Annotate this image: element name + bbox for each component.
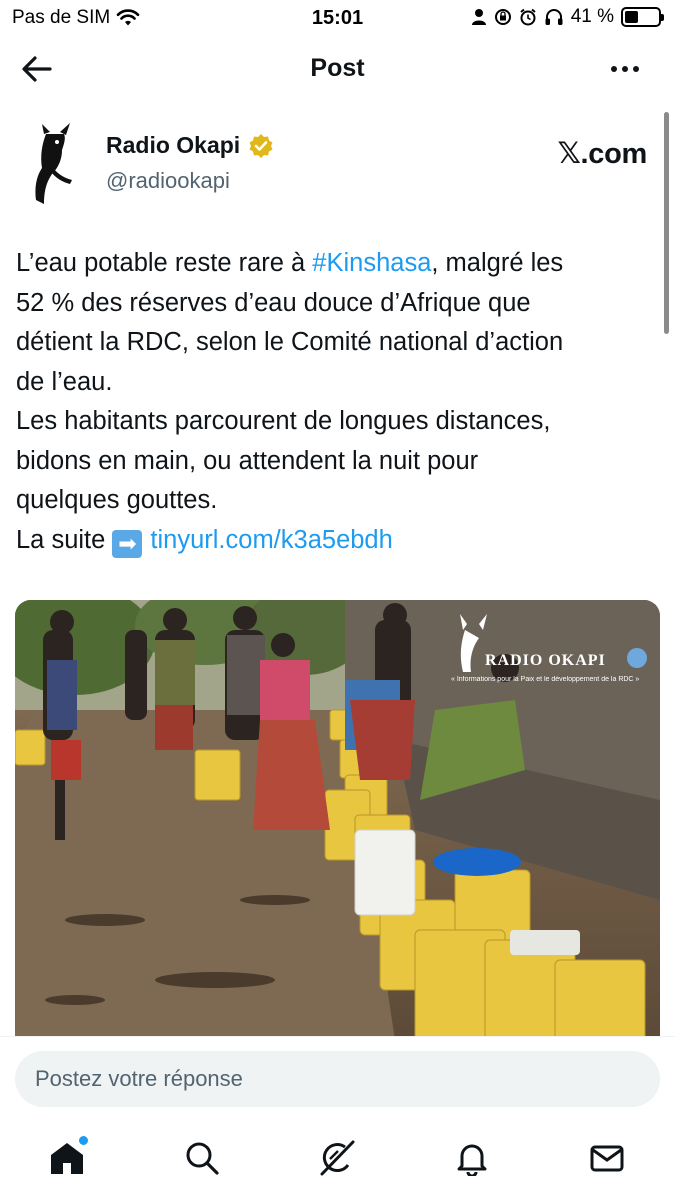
avatar[interactable]: [20, 122, 90, 206]
watermark-subtitle: « Informations pour la Paix et le dévelo…: [451, 676, 640, 683]
right-arrow-emoji-icon: ➡: [112, 529, 143, 558]
author-name-row: Radio Okapi: [106, 132, 274, 159]
post-header: Post: [0, 44, 675, 94]
nav-search[interactable]: [180, 1136, 224, 1180]
battery-percent: 41 %: [570, 6, 614, 27]
tweet-text-segment: La suite: [16, 525, 113, 554]
nav-messages[interactable]: [585, 1136, 629, 1180]
search-icon: [186, 1142, 219, 1175]
grok-icon: [320, 1140, 355, 1176]
tweet-line: Les habitants parcourent de longues dist…: [16, 407, 551, 435]
source-label: 𝕏.com: [557, 138, 647, 170]
home-icon: [51, 1143, 83, 1174]
watermark-title: RADIO OKAPI: [485, 652, 606, 669]
tweet-text-segment: , malgré les: [431, 249, 564, 277]
author-handle[interactable]: @radiookapi: [106, 168, 230, 194]
tweet-line: bidons en main, ou attendent la nuit pou…: [16, 446, 479, 475]
more-dot: [622, 66, 628, 72]
tweet-link[interactable]: tinyurl.com/k3a5ebdh: [150, 526, 392, 554]
more-button[interactable]: [605, 52, 645, 86]
author-row: Radio Okapi @radiookapi 𝕏.com: [0, 118, 675, 208]
tweet-line: quelques gouttes.: [16, 486, 218, 514]
tweet-line: L’eau potable reste rare à #Kinshasa, ma…: [16, 244, 661, 284]
tweet-line: de l’eau.: [16, 367, 113, 396]
battery-icon: [621, 7, 664, 27]
rotation-lock-icon: [494, 9, 511, 25]
nav-notifications[interactable]: [450, 1136, 494, 1180]
tweet-line: 52 % des réserves d’eau douce d’Afrique …: [16, 288, 531, 317]
post-page: Pas de SIM 15:01 41 % Post Radio Okapi @…: [0, 0, 675, 1200]
okapi-logo-icon: [35, 123, 72, 204]
battery-fill: [625, 11, 639, 23]
status-icons: 41 %: [471, 6, 664, 28]
author-name[interactable]: Radio Okapi: [106, 132, 240, 159]
bottom-nav: [0, 1122, 675, 1192]
tweet-text-segment: L’eau potable reste rare à: [16, 249, 313, 277]
mail-icon: [590, 1145, 624, 1172]
verified-badge-icon: [249, 133, 273, 158]
headphones-icon: [545, 9, 563, 25]
alarm-icon: [520, 8, 536, 26]
hashtag-link[interactable]: #Kinshasa: [312, 249, 431, 277]
tweet-line: La suite ➡ tinyurl.com/k3a5ebdh: [16, 521, 661, 561]
notification-dot: [79, 1136, 88, 1145]
bell-icon: [457, 1144, 487, 1176]
tweet-line: détient la RDC, selon le Comité national…: [16, 328, 564, 356]
page-title: Post: [310, 54, 365, 82]
reply-input[interactable]: [15, 1051, 660, 1107]
tweet-photo[interactable]: RADIO OKAPI « Informations pour la Paix …: [15, 600, 660, 1040]
scrollbar[interactable]: [664, 112, 669, 334]
nav-home[interactable]: [45, 1136, 89, 1180]
more-dot: [611, 66, 617, 72]
nav-grok[interactable]: [315, 1136, 359, 1180]
status-bar: Pas de SIM 15:01 41 %: [0, 0, 675, 36]
tweet-text: L’eau potable reste rare à #Kinshasa, ma…: [16, 244, 661, 560]
person-icon: [471, 9, 486, 25]
more-dot: [633, 66, 639, 72]
